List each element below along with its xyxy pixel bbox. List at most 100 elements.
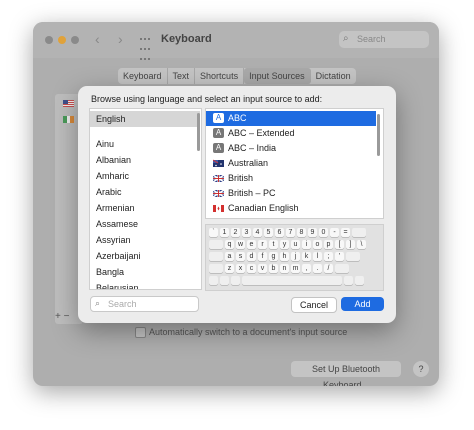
back-icon[interactable]: ‹ (95, 31, 100, 47)
auto-switch-checkbox[interactable] (135, 327, 146, 338)
source-item-abc-extended[interactable]: A ABC – Extended (206, 126, 376, 141)
key: 4 (253, 228, 262, 237)
minimize-window-button[interactable] (58, 36, 66, 44)
language-list[interactable]: English Ainu Albanian Amharic Arabic Arm… (89, 108, 202, 290)
key: a (225, 252, 234, 261)
key: y (280, 240, 289, 249)
key: 9 (308, 228, 317, 237)
add-input-source-sheet: Browse using language and select an inpu… (78, 86, 396, 323)
language-item-belarusian[interactable]: Belarusian (90, 280, 200, 289)
settings-tabs: Keyboard Text Shortcuts Input Sources Di… (118, 68, 356, 84)
tab-keyboard[interactable]: Keyboard (118, 68, 168, 84)
source-label: Australian (228, 158, 269, 168)
key: u (291, 240, 300, 249)
abc-icon: A (213, 143, 224, 153)
tab-text[interactable]: Text (168, 68, 196, 84)
window-search-field[interactable]: ⌕ Search (339, 31, 429, 48)
key: \ (357, 240, 366, 249)
zoom-window-button[interactable] (71, 36, 79, 44)
cancel-button[interactable]: Cancel (291, 297, 337, 313)
source-list-scrollbar[interactable] (377, 114, 380, 156)
language-item-bangla[interactable]: Bangla (90, 264, 200, 280)
key: x (236, 264, 245, 273)
key: , (302, 264, 311, 273)
source-item-abc-india[interactable]: A ABC – India (206, 141, 376, 156)
canada-flag-icon (213, 205, 224, 212)
key: ; (324, 252, 333, 261)
key: 0 (319, 228, 328, 237)
show-all-grid-icon[interactable] (139, 33, 151, 60)
language-search-field[interactable]: ⌕ Search (90, 296, 199, 312)
key: 8 (297, 228, 306, 237)
key: l (313, 252, 322, 261)
key: m (291, 264, 300, 273)
uk-flag-icon (213, 174, 224, 183)
add-button[interactable]: Add (341, 297, 384, 311)
key: s (236, 252, 245, 261)
language-item-english[interactable]: English (90, 111, 200, 127)
key-caps-lock (209, 252, 223, 261)
keyboard-row-home: a s d f g h j k l ; ' (209, 252, 362, 261)
key: 6 (275, 228, 284, 237)
language-item-amharic[interactable]: Amharic (90, 168, 200, 184)
window-search-placeholder: Search (357, 34, 386, 44)
key-control (220, 276, 229, 285)
key: h (280, 252, 289, 261)
language-item-assyrian[interactable]: Assyrian (90, 232, 200, 248)
key: z (225, 264, 234, 273)
language-item-ainu[interactable]: Ainu (90, 136, 200, 152)
key: i (302, 240, 311, 249)
language-item-assamese[interactable]: Assamese (90, 216, 200, 232)
language-item-azerbaijani[interactable]: Azerbaijani (90, 248, 200, 264)
tab-dictation[interactable]: Dictation (311, 68, 356, 84)
source-item-australian[interactable]: Australian (206, 156, 376, 171)
keyboard-row-space (209, 276, 366, 285)
key: r (258, 240, 267, 249)
key: ` (209, 228, 218, 237)
close-window-button[interactable] (45, 36, 53, 44)
source-item-british-pc[interactable]: British – PC (206, 186, 376, 201)
input-source-list[interactable]: A ABC A ABC – Extended A ABC – India Aus… (205, 108, 384, 219)
key: n (280, 264, 289, 273)
source-item-canadian-english[interactable]: Canadian English (206, 201, 376, 216)
key: p (324, 240, 333, 249)
source-label: ABC (228, 113, 247, 123)
language-item-arabic[interactable]: Arabic (90, 184, 200, 200)
abc-icon: A (213, 128, 224, 138)
key: 3 (242, 228, 251, 237)
language-item-albanian[interactable]: Albanian (90, 152, 200, 168)
key: [ (335, 240, 344, 249)
source-label: ABC – Extended (228, 128, 295, 138)
key: ' (335, 252, 344, 261)
australia-flag-icon (213, 159, 224, 167)
key: 5 (264, 228, 273, 237)
window-title: Keyboard (161, 33, 212, 45)
source-item-british[interactable]: British (206, 171, 376, 186)
add-remove-buttons[interactable]: + − (55, 311, 69, 322)
key-fn (209, 276, 218, 285)
key: 1 (220, 228, 229, 237)
key: b (269, 264, 278, 273)
key-space (242, 276, 342, 285)
help-button[interactable]: ? (413, 361, 429, 377)
source-item-abc[interactable]: A ABC (206, 111, 376, 126)
language-item-armenian[interactable]: Armenian (90, 200, 200, 216)
key-return (346, 252, 360, 261)
auto-switch-label: Automatically switch to a document's inp… (149, 327, 348, 337)
key: ] (346, 240, 355, 249)
keyboard-row-top: q w e r t y u i o p [ ] \ (209, 240, 368, 249)
bluetooth-keyboard-button[interactable]: Set Up Bluetooth Keyboard... (291, 361, 401, 386)
keyboard-row-numbers: ` 1 2 3 4 5 6 7 8 9 0 - = (209, 228, 368, 237)
key-option-right (344, 276, 353, 285)
forward-icon[interactable]: › (118, 31, 123, 47)
tab-input-sources[interactable]: Input Sources (244, 68, 311, 84)
tab-shortcuts[interactable]: Shortcuts (195, 68, 245, 84)
key-option (231, 276, 240, 285)
search-icon: ⌕ (95, 298, 101, 308)
language-list-scrollbar[interactable] (197, 113, 200, 151)
key: f (258, 252, 267, 261)
key: c (247, 264, 256, 273)
key: = (341, 228, 350, 237)
key-arrows (355, 276, 364, 285)
key: j (291, 252, 300, 261)
